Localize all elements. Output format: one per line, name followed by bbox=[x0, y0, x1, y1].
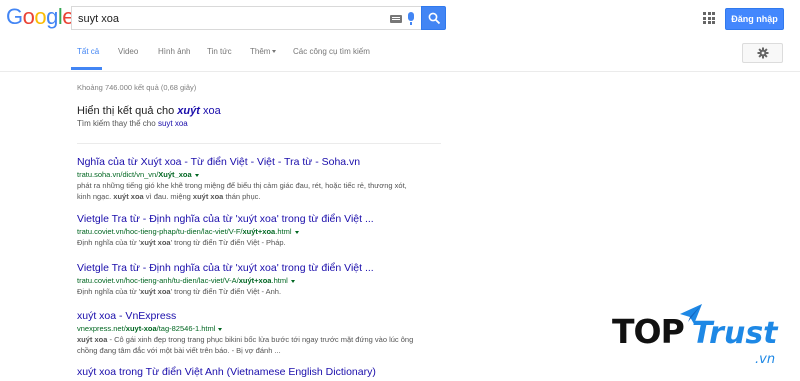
snippet-text: ' trong từ điển Từ điển Việt - Pháp. bbox=[170, 238, 286, 247]
toptrust-watermark: TOP Trust .vn bbox=[612, 302, 792, 374]
dropdown-arrow-icon[interactable] bbox=[290, 279, 295, 283]
url-text: .html bbox=[271, 276, 288, 285]
search-instead-for: Tìm kiếm thay thế cho suyt xoa bbox=[77, 118, 221, 130]
result-snippet: Định nghĩa của từ 'xuýt xoa' trong từ đi… bbox=[77, 237, 457, 248]
search-button[interactable] bbox=[421, 6, 446, 30]
snippet-line: xuýt xoa - Cô gái xinh đẹp trong trang p… bbox=[77, 334, 457, 345]
snippet-text: thán phục. bbox=[223, 192, 261, 201]
watermark-trust: Trust bbox=[692, 316, 778, 351]
keyboard-icon[interactable] bbox=[390, 15, 402, 23]
result-title-link[interactable]: xuýt xoa trong Từ điển Việt Anh (Vietnam… bbox=[77, 366, 457, 379]
result-url: vnexpress.net/xuyt-xoa/tag-82546-1.html bbox=[77, 323, 457, 334]
snippet-text: Định nghĩa của từ ' bbox=[77, 287, 141, 296]
divider bbox=[77, 143, 441, 144]
snippet-text: vì đau. miệng bbox=[143, 192, 193, 201]
spelling-correction: Hiển thị kết quả cho xuýt xoa Tìm kiếm t… bbox=[77, 104, 221, 130]
search-result: Nghĩa của từ Xuýt xoa - Từ điển Việt - V… bbox=[77, 156, 457, 202]
result-url: tratu.coviet.vn/hoc-tieng-anh/tu-dien/la… bbox=[77, 275, 457, 286]
tab-news[interactable]: Tin tức bbox=[207, 47, 232, 56]
watermark-top: TOP bbox=[612, 312, 685, 351]
logo-letter: o bbox=[22, 4, 35, 29]
snippet-line: chồng đang tâm đắc với một bài viết trên… bbox=[77, 346, 281, 355]
active-tab-indicator bbox=[71, 67, 102, 70]
search-input[interactable] bbox=[78, 11, 378, 27]
tab-more-label: Thêm bbox=[250, 47, 271, 56]
result-title-link[interactable]: Nghĩa của từ Xuýt xoa - Từ điển Việt - V… bbox=[77, 156, 457, 169]
instead-label: Tìm kiếm thay thế cho bbox=[77, 119, 156, 128]
chevron-down-icon bbox=[272, 50, 277, 54]
tab-all[interactable]: Tất cả bbox=[77, 47, 99, 56]
sign-in-button[interactable]: Đăng nhập bbox=[725, 8, 784, 30]
logo-letter: G bbox=[6, 4, 23, 29]
snippet-bold: xuýt xoa bbox=[140, 238, 171, 247]
url-text: tratu.coviet.vn/hoc-tieng-phap/tu-dien/l… bbox=[77, 227, 243, 236]
settings-button[interactable] bbox=[742, 43, 783, 63]
tab-more[interactable]: Thêm bbox=[250, 47, 277, 56]
result-url: tratu.coviet.vn/hoc-tieng-phap/tu-dien/l… bbox=[77, 226, 457, 237]
snippet-bold: xuýt xoa bbox=[192, 192, 224, 201]
url-bold: Xuýt_xoa bbox=[158, 170, 192, 179]
snippet-line: kinh ngạc. xuýt xoa vì đau. miệng xuýt x… bbox=[77, 191, 457, 202]
result-title-link[interactable]: xuýt xoa - VnExpress bbox=[77, 310, 457, 323]
url-text: .html bbox=[275, 227, 292, 236]
apps-grid-icon[interactable] bbox=[703, 12, 715, 24]
snippet-bold: xuýt xoa bbox=[140, 287, 171, 296]
search-tabs: Tất cả Video Hình ảnh Tin tức Thêm Các c… bbox=[0, 36, 800, 72]
search-result: Vietgle Tra từ - Định nghĩa của từ 'xuýt… bbox=[77, 213, 457, 248]
url-text: tratu.coviet.vn/hoc-tieng-anh/tu-dien/la… bbox=[77, 276, 239, 285]
search-icon bbox=[428, 12, 441, 25]
tab-images[interactable]: Hình ảnh bbox=[158, 47, 190, 56]
showing-results-for: Hiển thị kết quả cho xuýt xoa bbox=[77, 104, 221, 118]
dropdown-arrow-icon[interactable] bbox=[218, 327, 223, 331]
result-url: tratu.soha.vn/dict/vn_vn/Xuýt_xoa bbox=[77, 169, 457, 180]
dropdown-arrow-icon[interactable] bbox=[294, 230, 299, 234]
showing-label: Hiển thị kết quả cho bbox=[77, 105, 175, 117]
corrected-query-link[interactable]: xuýt xoa bbox=[177, 105, 220, 117]
search-box bbox=[71, 6, 421, 30]
original-query-link[interactable]: suyt xoa bbox=[158, 119, 188, 128]
result-snippet: phát ra những tiếng gió khe khẽ trong mi… bbox=[77, 180, 457, 202]
snippet-text: ' trong từ điển Từ điển Việt - Anh. bbox=[170, 287, 282, 296]
tab-video[interactable]: Video bbox=[118, 47, 138, 56]
result-stats: Khoảng 746.000 kết quả (0,68 giây) bbox=[77, 83, 197, 92]
gear-icon bbox=[757, 47, 769, 59]
url-bold: xuyt-xoa bbox=[125, 324, 157, 333]
search-result: xuýt xoa trong Từ điển Việt Anh (Vietnam… bbox=[77, 366, 457, 379]
watermark-vn: .vn bbox=[755, 352, 776, 367]
search-result: Vietgle Tra từ - Định nghĩa của từ 'xuýt… bbox=[77, 262, 457, 297]
url-text: vnexpress.net/ bbox=[77, 324, 126, 333]
corrected-word: xuýt bbox=[177, 105, 200, 117]
microphone-icon[interactable] bbox=[408, 12, 414, 25]
snippet-text: kinh ngạc. bbox=[77, 192, 114, 201]
url-bold: xuýt+xoa bbox=[242, 227, 276, 236]
logo-letter: o bbox=[34, 4, 47, 29]
tab-search-tools[interactable]: Các công cụ tìm kiếm bbox=[293, 47, 370, 56]
snippet-bold: xuýt xoa bbox=[113, 192, 144, 201]
dropdown-arrow-icon[interactable] bbox=[194, 173, 199, 177]
header: Google Đăng nhập bbox=[0, 0, 800, 36]
url-bold: xuýt+xoa bbox=[238, 276, 272, 285]
corrected-rest: xoa bbox=[199, 105, 221, 117]
snippet-line: phát ra những tiếng gió khe khẽ trong mi… bbox=[77, 181, 407, 190]
url-text: /tag-82546-1.html bbox=[156, 324, 216, 333]
result-snippet: xuýt xoa - Cô gái xinh đẹp trong trang p… bbox=[77, 334, 457, 356]
result-title-link[interactable]: Vietgle Tra từ - Định nghĩa của từ 'xuýt… bbox=[77, 262, 457, 275]
snippet-bold: xuýt xoa bbox=[77, 335, 108, 344]
result-snippet: Định nghĩa của từ 'xuýt xoa' trong từ đi… bbox=[77, 286, 457, 297]
search-result: xuýt xoa - VnExpress vnexpress.net/xuyt-… bbox=[77, 310, 457, 356]
url-text: tratu.soha.vn/dict/vn_vn/ bbox=[77, 170, 159, 179]
google-logo[interactable]: Google bbox=[6, 4, 75, 30]
snippet-text: - Cô gái xinh đẹp trong trang phục bikin… bbox=[107, 335, 414, 344]
result-title-link[interactable]: Vietgle Tra từ - Định nghĩa của từ 'xuýt… bbox=[77, 213, 457, 226]
logo-letter: g bbox=[46, 4, 58, 29]
snippet-text: Định nghĩa của từ ' bbox=[77, 238, 141, 247]
